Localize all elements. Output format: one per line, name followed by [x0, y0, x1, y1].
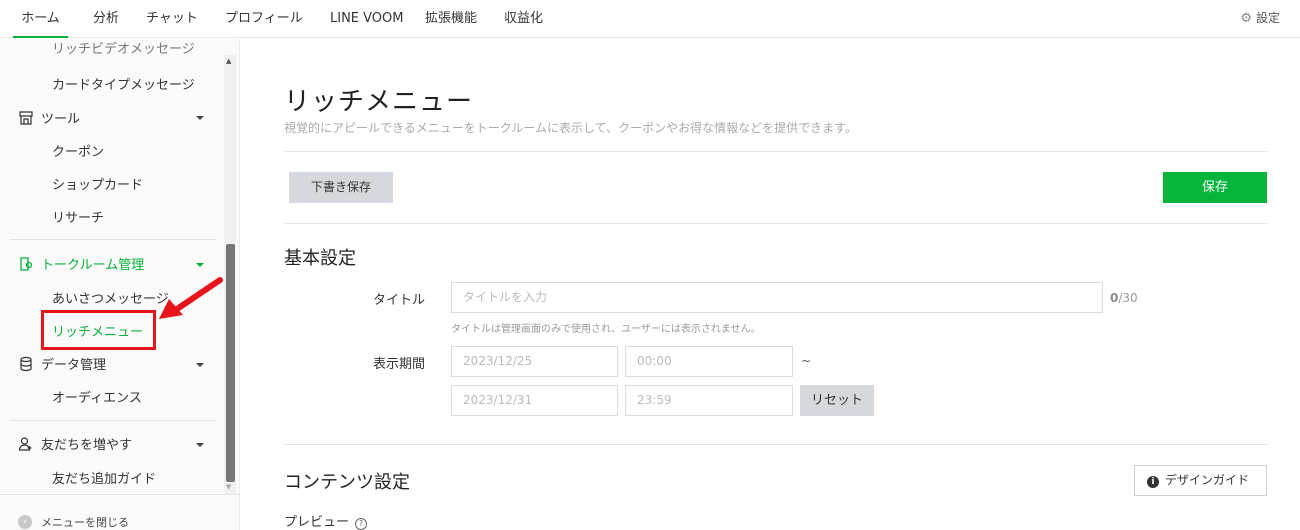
- tab-profile[interactable]: プロフィール: [225, 0, 303, 38]
- settings-link[interactable]: ⚙ 設定: [1240, 0, 1280, 38]
- help-icon[interactable]: ?: [355, 518, 368, 530]
- tab-monetize[interactable]: 収益化: [504, 0, 543, 38]
- preview-label: プレビュー?: [284, 511, 368, 530]
- scroll-up-icon[interactable]: ▲: [226, 57, 231, 65]
- tab-chat[interactable]: チャット: [146, 0, 198, 38]
- end-time-input[interactable]: 23:59: [625, 385, 793, 416]
- page-description: 視覚的にアピールできるメニューをトークルームに表示して、クーポンやお得な情報など…: [284, 121, 857, 135]
- sidebar-group-tools[interactable]: ツール: [18, 108, 80, 127]
- collapse-menu-label: メニューを閉じる: [41, 516, 129, 529]
- sidebar-item-greeting[interactable]: あいさつメッセージ: [52, 288, 169, 307]
- scroll-down-icon[interactable]: ▼: [226, 483, 231, 491]
- reset-button[interactable]: リセット: [800, 385, 874, 416]
- main-content: リッチメニュー 視覚的にアピールできるメニューをトークルームに表示して、クーポン…: [241, 39, 1300, 530]
- char-max: /30: [1118, 291, 1138, 305]
- sidebar-group-friends[interactable]: 友だちを増やす: [18, 434, 132, 453]
- sidebar-group-label: トークルーム管理: [41, 258, 145, 273]
- preview-label-text: プレビュー: [284, 515, 350, 530]
- basic-settings-heading: 基本設定: [284, 248, 356, 269]
- sidebar-item-friend-guide[interactable]: 友だち追加ガイド: [52, 468, 156, 487]
- sidebar-item-audience[interactable]: オーディエンス: [52, 387, 142, 406]
- chevron-down-icon[interactable]: [196, 363, 204, 367]
- sidebar-item-research[interactable]: リサーチ: [52, 207, 104, 226]
- scrollbar-thumb[interactable]: [226, 244, 235, 482]
- save-draft-button[interactable]: 下書き保存: [289, 172, 393, 203]
- top-nav: ホーム 分析 チャット プロフィール LINE VOOM 拡張機能 収益化 ⚙ 設…: [0, 0, 1300, 38]
- tab-extensions[interactable]: 拡張機能: [425, 0, 477, 38]
- gear-icon: ⚙: [1240, 11, 1252, 26]
- chevron-down-icon[interactable]: [196, 116, 204, 120]
- sidebar-group-label: 友だちを増やす: [41, 438, 133, 453]
- divider: [284, 223, 1267, 224]
- divider: [284, 151, 1267, 152]
- annotation-highlight-box: [41, 310, 156, 350]
- sidebar-item-card-message[interactable]: カードタイプメッセージ: [52, 74, 195, 93]
- period-field-label: 表示期間: [373, 357, 426, 372]
- start-time-input[interactable]: 00:00: [625, 346, 793, 377]
- title-field-label: タイトル: [373, 293, 426, 308]
- design-guide-label: デザインガイド: [1165, 473, 1250, 487]
- divider: [284, 444, 1267, 445]
- tab-line-voom[interactable]: LINE VOOM: [330, 0, 404, 38]
- chevron-left-icon: ‹: [18, 515, 32, 529]
- period-separator: ~: [801, 354, 812, 368]
- chevron-down-icon[interactable]: [196, 443, 204, 447]
- save-button[interactable]: 保存: [1163, 172, 1267, 203]
- info-icon: i: [1147, 476, 1159, 488]
- sidebar-item-shop-card[interactable]: ショップカード: [52, 174, 143, 193]
- end-date-input[interactable]: 2023/12/31: [451, 385, 618, 416]
- sidebar-group-data[interactable]: データ管理: [18, 354, 106, 373]
- content-settings-heading: コンテンツ設定: [284, 472, 410, 493]
- sidebar-item-coupon[interactable]: クーポン: [52, 141, 104, 160]
- collapse-menu[interactable]: ‹ メニューを閉じる: [0, 494, 239, 530]
- sidebar-divider: [10, 420, 216, 421]
- tab-home[interactable]: ホーム: [13, 0, 68, 38]
- page-title: リッチメニュー: [284, 87, 474, 117]
- settings-label: 設定: [1255, 11, 1280, 25]
- sidebar-group-talkroom[interactable]: トークルーム管理: [18, 254, 144, 273]
- add-friend-icon: [18, 436, 32, 451]
- sidebar-divider: [10, 239, 216, 240]
- sidebar-item-rich-video[interactable]: リッチビデオメッセージ: [52, 39, 195, 57]
- sidebar-group-label: ツール: [41, 112, 81, 127]
- tab-analytics[interactable]: 分析: [93, 0, 119, 38]
- title-char-counter: 0/30: [1110, 291, 1138, 305]
- design-guide-button[interactable]: i デザインガイド: [1134, 465, 1267, 496]
- database-icon: [20, 356, 32, 371]
- start-date-input[interactable]: 2023/12/25: [451, 346, 618, 377]
- shop-icon: [19, 110, 33, 125]
- title-hint: タイトルは管理画面のみで使用され、ユーザーには表示されません。: [451, 324, 761, 335]
- chevron-down-icon[interactable]: [196, 263, 204, 267]
- chat-manage-icon: [20, 256, 33, 271]
- sidebar-group-label: データ管理: [41, 358, 107, 373]
- title-input[interactable]: タイトルを入力: [451, 282, 1103, 313]
- annotation-arrow-icon: [159, 277, 223, 319]
